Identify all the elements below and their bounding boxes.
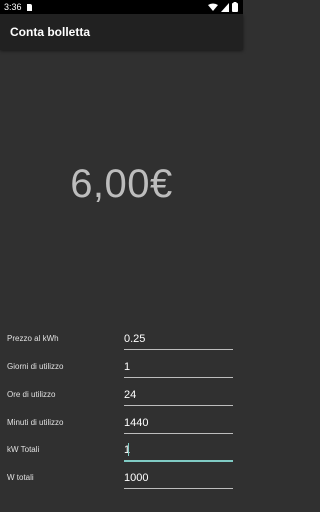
status-time: 3:36	[4, 2, 22, 12]
field-label: Prezzo al kWh	[7, 334, 59, 343]
field-row-prezzo-kwh: Prezzo al kWh	[0, 329, 243, 353]
kw-totali-input[interactable]	[124, 440, 233, 462]
app-title: Conta bolletta	[10, 25, 90, 39]
field-row-ore: Ore di utilizzo	[0, 385, 243, 409]
wifi-icon	[208, 3, 218, 11]
field-label: Minuti di utilizzo	[7, 418, 64, 427]
field-row-minuti: Minuti di utilizzo	[0, 413, 243, 437]
text-cursor	[128, 443, 129, 456]
field-row-w-totali: W totali	[0, 468, 243, 492]
field-label: kW Totali	[7, 445, 40, 454]
sd-card-icon	[26, 3, 32, 11]
field-label: Giorni di utilizzo	[7, 362, 64, 371]
giorni-utilizzo-input[interactable]	[124, 357, 233, 378]
field-row-kw-totali: kW Totali	[0, 440, 243, 464]
status-bar: 3:36	[0, 0, 243, 14]
field-label: W totali	[7, 473, 34, 482]
battery-icon	[232, 2, 238, 12]
result-amount: 6,00€	[70, 162, 173, 206]
minuti-utilizzo-input[interactable]	[124, 413, 233, 434]
field-row-giorni: Giorni di utilizzo	[0, 357, 243, 381]
ore-utilizzo-input[interactable]	[124, 385, 233, 406]
navigation-bar	[0, 498, 243, 512]
status-icons	[208, 2, 238, 12]
app-bar: Conta bolletta	[0, 14, 243, 50]
w-totali-input[interactable]	[124, 468, 233, 489]
signal-icon	[221, 2, 229, 12]
prezzo-kwh-input[interactable]	[124, 329, 233, 350]
field-label: Ore di utilizzo	[7, 390, 56, 399]
